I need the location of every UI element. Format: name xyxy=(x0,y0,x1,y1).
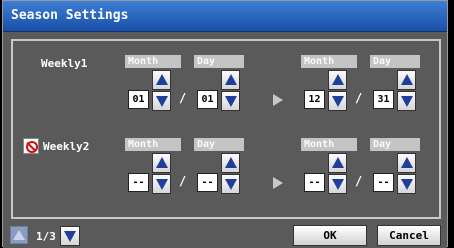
page-indicator: 1/3 xyxy=(36,230,56,243)
start-month-header: Month xyxy=(125,138,181,151)
start-month-value: -- xyxy=(128,173,149,192)
end-month-up-button[interactable] xyxy=(328,153,347,173)
end-day-up-button[interactable] xyxy=(397,70,416,90)
start-month-down-button[interactable] xyxy=(152,91,171,111)
end-month-value: -- xyxy=(304,173,325,192)
start-month-value: 01 xyxy=(128,90,149,109)
end-month-up-button[interactable] xyxy=(328,70,347,90)
date-separator: / xyxy=(355,91,363,105)
start-day-down-button[interactable] xyxy=(221,174,240,194)
start-day-up-button[interactable] xyxy=(221,70,240,90)
end-day-header: Day xyxy=(370,55,420,68)
start-month-header: Month xyxy=(125,55,181,68)
range-arrow-icon xyxy=(273,94,283,106)
date-separator: / xyxy=(179,174,187,188)
end-day-down-button[interactable] xyxy=(397,174,416,194)
row-label-weekly2: Weekly2 xyxy=(43,140,90,153)
end-day-down-button[interactable] xyxy=(397,91,416,111)
page-up-button[interactable] xyxy=(10,226,28,244)
date-separator: / xyxy=(355,174,363,188)
cancel-button[interactable]: Cancel xyxy=(377,225,441,246)
start-month-up-button[interactable] xyxy=(152,70,171,90)
start-day-value: -- xyxy=(197,173,218,192)
start-day-down-button[interactable] xyxy=(221,91,240,111)
date-separator: / xyxy=(179,91,187,105)
season-settings-window: Season Settings Weekly1 Month Day 01 / 0… xyxy=(2,0,448,248)
start-month-up-button[interactable] xyxy=(152,153,171,173)
prohibited-icon[interactable] xyxy=(23,138,39,154)
row-label-weekly1: Weekly1 xyxy=(41,57,88,70)
season-panel: Weekly1 Month Day 01 / 01 Month Day 12 /… xyxy=(11,39,441,219)
start-day-header: Day xyxy=(194,138,244,151)
start-month-down-button[interactable] xyxy=(152,174,171,194)
window-title: Season Settings xyxy=(11,8,129,23)
range-arrow-icon xyxy=(273,177,283,189)
end-day-up-button[interactable] xyxy=(397,153,416,173)
bottom-bar: 1/3 OK Cancel xyxy=(3,223,447,248)
page-down-button[interactable] xyxy=(60,226,80,246)
start-day-up-button[interactable] xyxy=(221,153,240,173)
start-day-header: Day xyxy=(194,55,244,68)
end-month-header: Month xyxy=(301,55,357,68)
title-bar: Season Settings xyxy=(3,1,447,32)
end-day-header: Day xyxy=(370,138,420,151)
end-month-header: Month xyxy=(301,138,357,151)
end-month-down-button[interactable] xyxy=(328,91,347,111)
end-day-value: -- xyxy=(373,173,394,192)
ok-button[interactable]: OK xyxy=(293,225,367,246)
end-month-down-button[interactable] xyxy=(328,174,347,194)
end-month-value: 12 xyxy=(304,90,325,109)
end-day-value: 31 xyxy=(373,90,394,109)
start-day-value: 01 xyxy=(197,90,218,109)
